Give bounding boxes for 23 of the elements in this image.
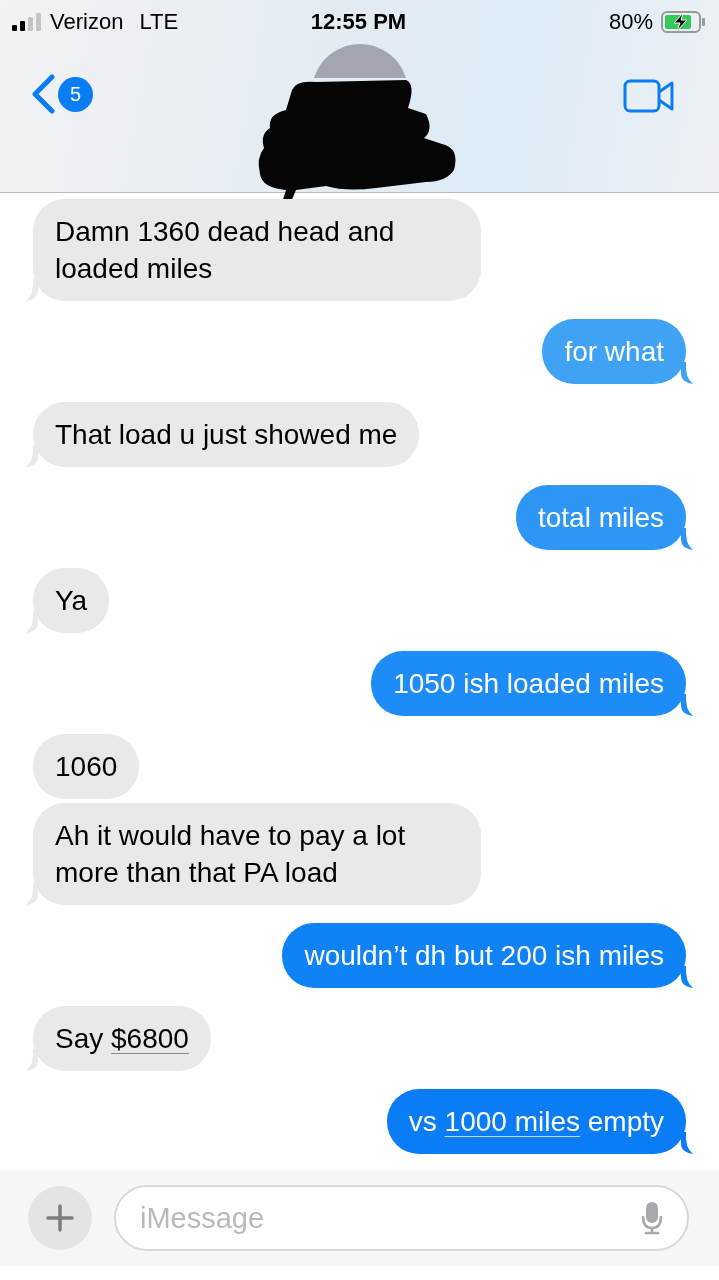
carrier-name: Verizon	[50, 9, 124, 35]
microphone-icon[interactable]	[641, 1201, 663, 1235]
message-bubble: for what	[542, 319, 686, 384]
chevron-icon[interactable]	[30, 74, 56, 114]
message-bubble: wouldn’t dh but 200 ish miles	[282, 923, 686, 988]
signal-icon	[12, 13, 42, 31]
message-bubble: total miles	[515, 485, 686, 550]
message-bubble: Say $6800	[33, 1006, 211, 1071]
message-input[interactable]: iMessage	[114, 1185, 689, 1251]
link[interactable]: 1000 miles	[444, 1106, 580, 1137]
status-time: 12:55 PM	[309, 9, 408, 35]
avatar-icon[interactable]	[312, 44, 408, 78]
message-bubble: That load u just showed me	[33, 402, 420, 467]
link[interactable]: $6800	[111, 1023, 189, 1054]
message-bubble: 1050 ish loaded miles	[371, 651, 686, 716]
network-type: LTE	[139, 9, 179, 35]
message-bubble: Damn 1360 dead head and loaded miles	[33, 199, 481, 301]
message-bubble: Ah it would have to pay a lot more than that PA load	[33, 803, 481, 905]
message-bubble: vs 1000 miles empty	[386, 1089, 686, 1154]
message-bubble: Ya	[33, 568, 110, 633]
battery-percent: 80%	[608, 9, 653, 35]
plus-icon[interactable]	[46, 1204, 74, 1232]
message-bubble: 1060	[33, 734, 140, 799]
